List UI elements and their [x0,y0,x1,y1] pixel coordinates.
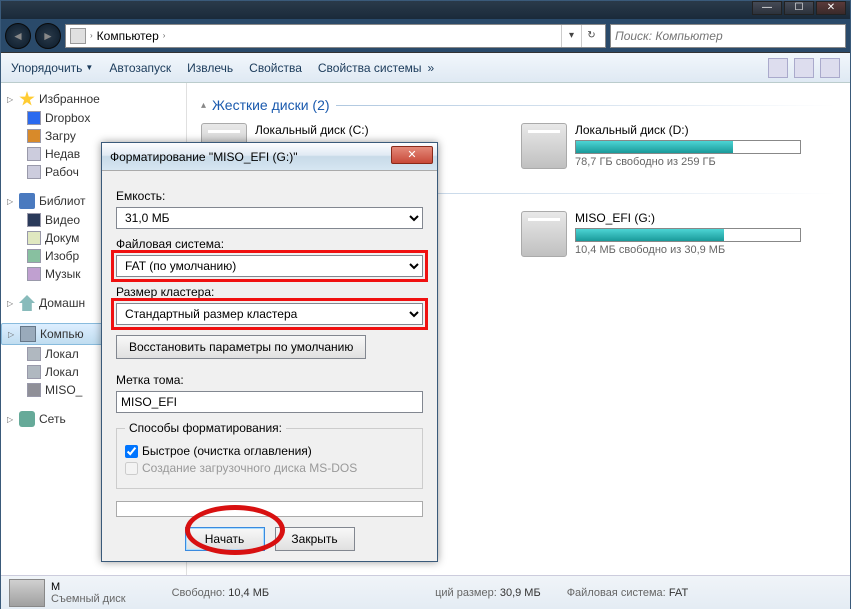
properties-button[interactable]: Свойства [249,61,302,75]
capacity-select[interactable]: 31,0 МБ [116,207,423,229]
music-icon [27,267,41,281]
home-icon [19,295,35,311]
removable-icon [9,579,45,607]
breadcrumb-sep2: › [163,31,166,40]
preview-pane-icon[interactable] [794,58,814,78]
drive-label: Локальный диск (D:) [575,123,801,137]
breadcrumb-computer[interactable]: Компьютер [93,29,163,43]
network-icon [19,411,35,427]
start-button[interactable]: Начать [185,527,265,551]
maximize-button[interactable]: ☐ [784,1,814,15]
usage-bar [575,140,801,154]
sidebar-item-dropbox[interactable]: Dropbox [1,109,186,127]
drive-free: 78,7 ГБ свободно из 259 ГБ [575,156,801,168]
cluster-select[interactable]: Стандартный размер кластера [116,303,423,325]
category-hdd[interactable]: ▴Жесткие диски (2) [201,97,836,113]
filesystem-label: Файловая система: [116,237,423,251]
minimize-button[interactable]: — [752,1,782,15]
free-value: 10,4 МБ [228,587,269,599]
restore-defaults-button[interactable]: Восстановить параметры по умолчанию [116,335,366,359]
view-icon[interactable] [768,58,788,78]
eject-button[interactable]: Извлечь [187,61,233,75]
size-label: ций размер: [435,587,497,599]
cluster-label: Размер кластера: [116,285,423,299]
system-properties-button[interactable]: Свойства системы » [318,61,434,75]
help-icon[interactable] [820,58,840,78]
drive-d[interactable]: Локальный диск (D:) 78,7 ГБ свободно из … [521,123,801,169]
drive-free: 10,4 МБ свободно из 30,9 МБ [575,244,801,256]
address-dropdown[interactable]: ▾ [561,25,581,47]
computer-icon [20,326,36,342]
status-name: M [51,581,60,593]
dialog-titlebar[interactable]: Форматирование "MISO_EFI (G:)" ✕ [102,143,437,171]
autorun-button[interactable]: Автозапуск [109,61,171,75]
toolbar: Упорядочить ▼ Автозапуск Извлечь Свойств… [1,53,850,83]
address-row: ◄ ► › Компьютер › ▾ ↻ [1,19,850,53]
recent-icon [27,147,41,161]
filesystem-select[interactable]: FAT (по умолчанию) [116,255,423,277]
disk-icon [27,365,41,379]
dialog-close-button[interactable]: ✕ [391,146,433,164]
free-label: Свободно: [172,587,226,599]
volume-label-input[interactable] [116,391,423,413]
fs-value: FAT [669,587,688,599]
favorites-group[interactable]: ▷Избранное [1,89,186,109]
status-type: Съемный диск [51,593,126,605]
organize-menu[interactable]: Упорядочить ▼ [11,61,93,75]
star-icon [19,91,35,107]
folder-icon [27,129,41,143]
quick-format-checkbox[interactable]: Быстрое (очистка оглавления) [125,444,414,458]
library-icon [19,193,35,209]
removable-icon [521,211,567,257]
document-icon [27,231,41,245]
desktop-icon [27,165,41,179]
forward-button[interactable]: ► [35,23,61,49]
removable-icon [27,383,41,397]
drive-g[interactable]: MISO_EFI (G:) 10,4 МБ свободно из 30,9 М… [521,211,801,257]
refresh-button[interactable]: ↻ [581,25,601,47]
format-options-legend: Способы форматирования: [125,421,286,435]
statusbar: M Съемный диск Свободно: 10,4 МБ ций раз… [1,575,850,609]
disk-icon [27,347,41,361]
drive-label: MISO_EFI (G:) [575,211,801,225]
close-button[interactable]: Закрыть [275,527,355,551]
back-button[interactable]: ◄ [5,23,31,49]
format-dialog: Форматирование "MISO_EFI (G:)" ✕ Емкость… [101,142,438,562]
usage-bar [575,228,801,242]
address-bar[interactable]: › Компьютер › ▾ ↻ [65,24,606,48]
image-icon [27,249,41,263]
titlebar: — ☐ ✕ [1,1,850,19]
msdos-checkbox: Создание загрузочного диска MS-DOS [125,461,414,475]
window-close-button[interactable]: ✕ [816,1,846,15]
progress-bar [116,501,423,517]
video-icon [27,213,41,227]
dropbox-icon [27,111,41,125]
computer-icon [70,28,86,44]
capacity-label: Емкость: [116,189,423,203]
dialog-title: Форматирование "MISO_EFI (G:)" [110,150,297,164]
disk-icon [521,123,567,169]
drive-label: Локальный диск (C:) [255,123,481,137]
volume-label-lbl: Метка тома: [116,373,423,387]
search-input[interactable] [610,24,846,48]
fs-label: Файловая система: [567,587,666,599]
size-value: 30,9 МБ [500,587,541,599]
